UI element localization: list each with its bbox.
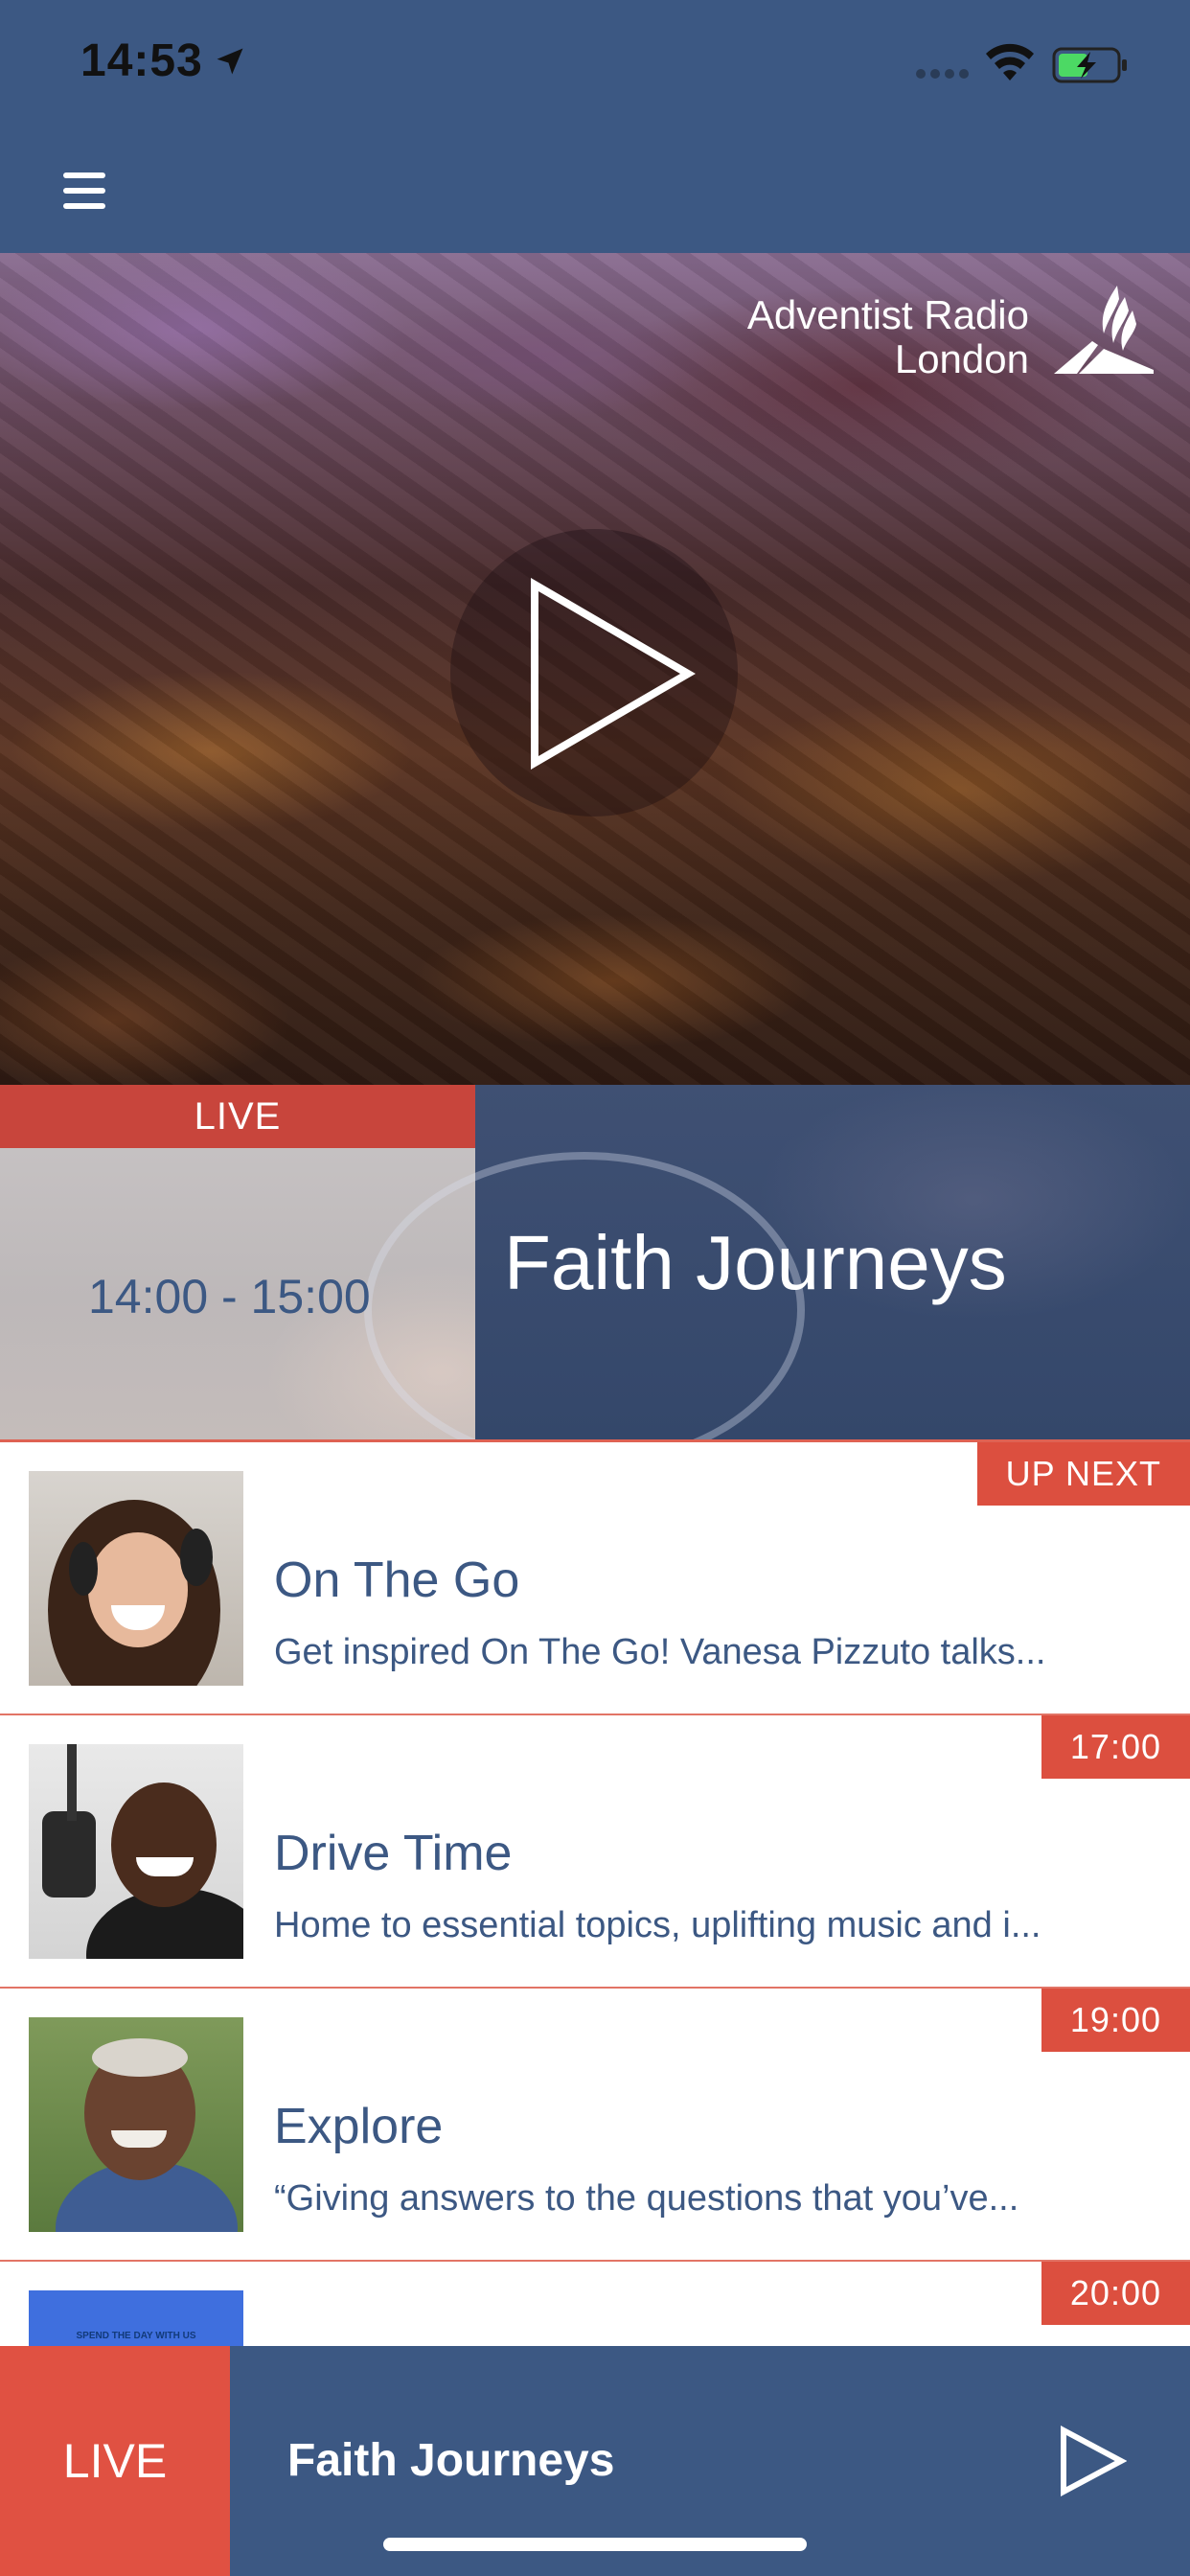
show-thumbnail: SPEND THE DAY WITH US <box>29 2290 243 2346</box>
top-bar: 14:53 <box>0 0 1190 253</box>
show-description: Get inspired On The Go! Vanesa Pizzuto t… <box>274 1632 1046 1672</box>
thumbnail-caption: SPEND THE DAY WITH US <box>76 2331 196 2341</box>
home-indicator <box>383 2538 807 2551</box>
time-badge: 19:00 <box>1041 1989 1190 2052</box>
show-title: Drive Time <box>274 1826 513 1881</box>
brand-line-1: Adventist Radio <box>746 292 1029 337</box>
schedule-item-next[interactable]: SPEND THE DAY WITH US 20:00 <box>0 2262 1190 2346</box>
schedule-item-explore[interactable]: 19:00 Explore “Giving answers to the que… <box>0 1989 1190 2262</box>
show-description: Home to essential topics, uplifting musi… <box>274 1905 1041 1945</box>
up-next-badge: UP NEXT <box>976 1442 1190 1506</box>
player-play-icon[interactable] <box>1058 2425 1127 2497</box>
player-title: Faith Journeys <box>287 2435 615 2486</box>
brand-line-2: London <box>894 336 1029 381</box>
schedule-list: UP NEXT On The Go Get inspired On The Go… <box>0 1439 1190 2346</box>
time-badge: 17:00 <box>1041 1715 1190 1779</box>
wifi-icon <box>986 43 1034 80</box>
show-thumbnail <box>29 1744 243 1959</box>
time-badge: 20:00 <box>1041 2262 1190 2325</box>
battery-charging-icon <box>1052 47 1127 83</box>
play-icon <box>531 578 696 770</box>
show-thumbnail <box>29 1471 243 1686</box>
signal-icon <box>916 69 970 79</box>
player-live-badge: LIVE <box>0 2346 230 2576</box>
status-time: 14:53 <box>80 35 203 86</box>
adventist-flame-logo <box>1054 286 1154 374</box>
schedule-item-drive-time[interactable]: 17:00 Drive Time Home to essential topic… <box>0 1715 1190 1989</box>
show-thumbnail <box>29 2017 243 2232</box>
hamburger-menu-icon[interactable] <box>63 172 109 211</box>
brand-name: Adventist Radio London <box>747 293 1029 381</box>
schedule-item-on-the-go[interactable]: UP NEXT On The Go Get inspired On The Go… <box>0 1442 1190 1715</box>
now-playing-title: Faith Journeys <box>504 1220 1007 1305</box>
hero-banner: Adventist Radio London <box>0 253 1190 1085</box>
live-badge: LIVE <box>0 1085 475 1148</box>
now-playing-card[interactable]: LIVE 14:00 - 15:00 Faith Journeys <box>0 1085 1190 1439</box>
hero-play-button[interactable] <box>450 529 738 816</box>
location-arrow-icon <box>217 48 243 75</box>
show-description: “Giving answers to the questions that yo… <box>274 2178 1019 2219</box>
show-title: Explore <box>274 2099 444 2154</box>
now-playing-time: 14:00 - 15:00 <box>88 1270 371 1323</box>
show-title: On The Go <box>274 1552 520 1608</box>
